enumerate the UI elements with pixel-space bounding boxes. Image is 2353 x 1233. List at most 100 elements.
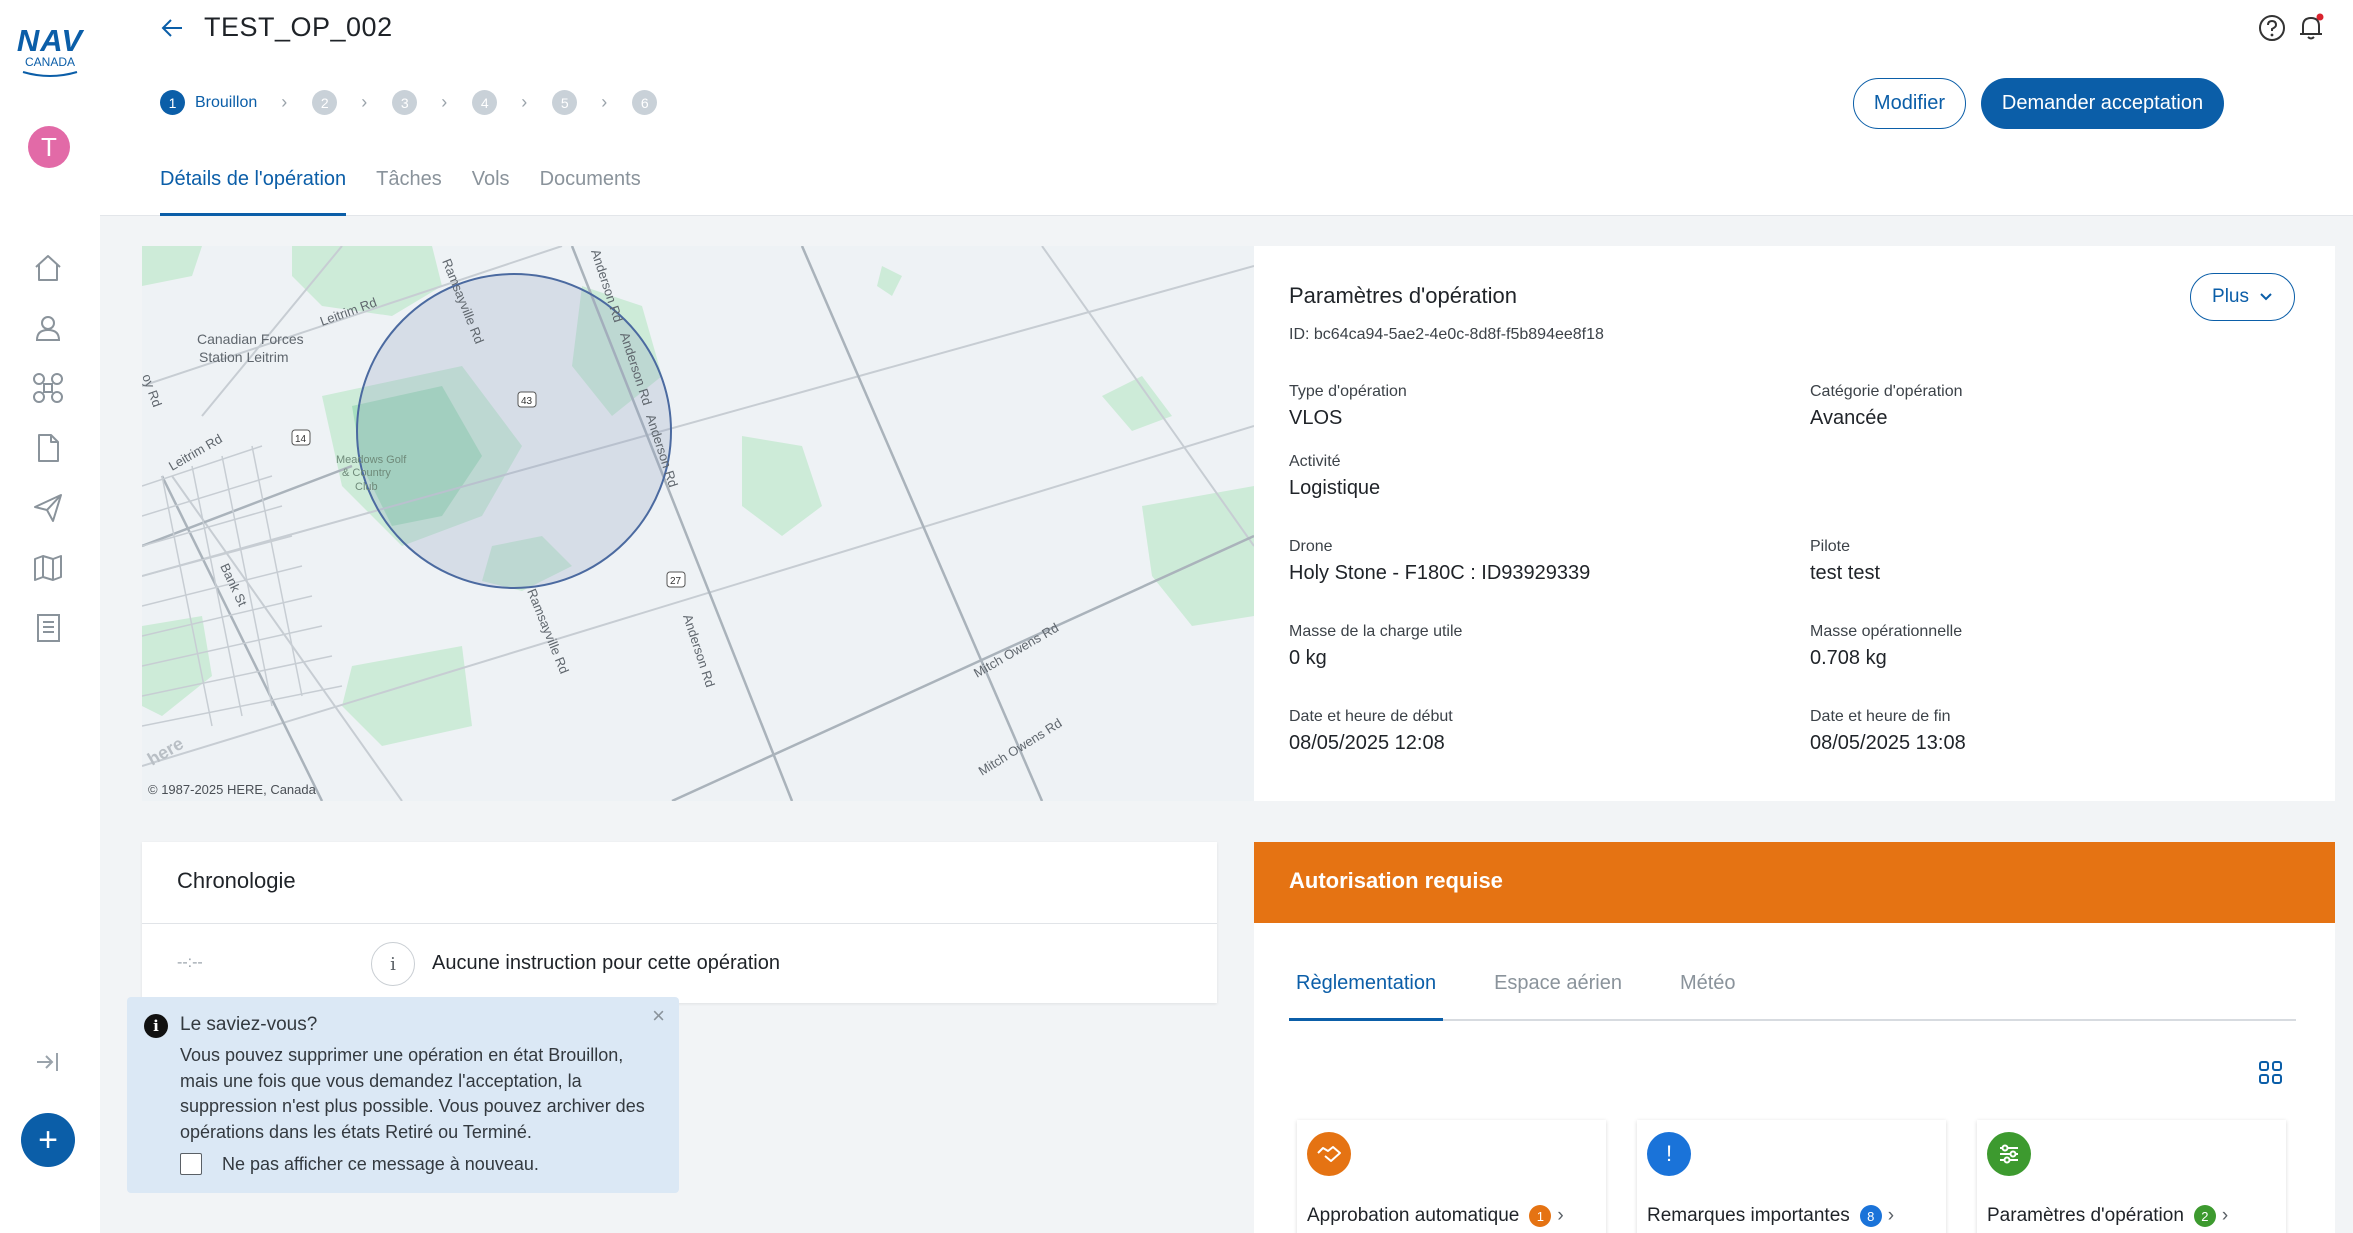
collapse-icon[interactable] (30, 1044, 66, 1080)
dont-show-again-checkbox[interactable]: Ne pas afficher ce message à nouveau. (180, 1153, 539, 1175)
info-filled-icon: i (144, 1014, 168, 1038)
auto-approval-label: Approbation automatique 1 › (1307, 1205, 1564, 1227)
tab-tasks[interactable]: Tâches (376, 160, 442, 216)
tip-title: Le saviez-vous? (180, 1014, 318, 1035)
chronology-time: --:-- (177, 954, 203, 971)
send-icon[interactable] (30, 490, 66, 526)
auto-approval-card[interactable]: Approbation automatique 1 › (1297, 1120, 1606, 1233)
tab-weather[interactable]: Météo (1673, 972, 1743, 1019)
step-2[interactable]: 2 (312, 90, 338, 115)
tab-airspace[interactable]: Espace aérien (1487, 972, 1629, 1019)
request-acceptance-button[interactable]: Demander acceptation (1981, 78, 2224, 129)
map-copyright: © 1987-2025 HERE, Canada (148, 782, 316, 797)
step-6-dot: 6 (632, 90, 658, 115)
map-label-golf3: Club (355, 481, 378, 493)
chevron-right-icon: › (1887, 1205, 1895, 1227)
tab-documents[interactable]: Documents (540, 160, 641, 216)
card-label-text: Remarques importantes (1647, 1205, 1850, 1227)
sliders-icon (1987, 1132, 2031, 1176)
tab-bar: Détails de l'opération Tâches Vols Docum… (160, 160, 671, 216)
step-5[interactable]: 5 (552, 90, 578, 115)
step-4[interactable]: 4 (472, 90, 498, 115)
exclamation-icon: ! (1647, 1132, 1691, 1176)
chevron-down-icon (2260, 293, 2272, 301)
map-label-golf1: Meadows Golf (336, 454, 407, 466)
checkbox-label[interactable]: Ne pas afficher ce message à nouveau. (222, 1154, 539, 1175)
field-label: Date et heure de début (1289, 708, 1453, 725)
more-dropdown-button[interactable]: Plus (2190, 273, 2295, 321)
step-1[interactable]: 1 Brouillon (160, 90, 257, 115)
authorization-card: Autorisation requise Règlementation Espa… (1254, 842, 2335, 1233)
card-label-text: Paramètres d'opération (1987, 1205, 2184, 1227)
field-value: Logistique (1289, 477, 1381, 499)
tab-regulation[interactable]: Règlementation (1289, 972, 1444, 1021)
field-pilot: Pilote test test (1810, 538, 1880, 585)
chevron-right-icon: › (601, 92, 608, 112)
nav-canada-logo[interactable]: NAV CANADA (16, 23, 84, 78)
notification-bell-icon[interactable] (2296, 12, 2326, 47)
operation-parameters-mini-card[interactable]: Paramètres d'opération 2 › (1977, 1120, 2286, 1233)
step-1-dot: 1 (160, 90, 185, 115)
field-value: Avancée (1810, 407, 1888, 429)
field-label: Masse de la charge utile (1289, 623, 1463, 640)
modify-button[interactable]: Modifier (1853, 78, 1966, 129)
close-icon[interactable]: × (652, 1003, 665, 1029)
field-label: Activité (1289, 453, 1341, 470)
count-badge: 1 (1529, 1205, 1552, 1227)
step-5-dot: 5 (552, 90, 578, 115)
avatar[interactable]: T (28, 126, 70, 168)
field-end-datetime: Date et heure de fin 08/05/2025 13:08 (1810, 708, 1966, 755)
field-value: 08/05/2025 13:08 (1810, 732, 1966, 754)
count-badge: 2 (2193, 1205, 2216, 1227)
did-you-know-banner: × i Le saviez-vous? Vous pouvez supprime… (127, 997, 679, 1193)
field-value: 08/05/2025 12:08 (1289, 732, 1445, 754)
field-operational-mass: Masse opérationnelle 0.708 kg (1810, 623, 1962, 670)
page-header: TEST_OP_002 1 Brouillon › 2 › 3 › 4 › 5 … (100, 0, 2353, 216)
tab-flights[interactable]: Vols (472, 160, 510, 216)
card-label-text: Approbation automatique (1307, 1205, 1520, 1227)
chevron-right-icon: › (281, 92, 288, 112)
chevron-right-icon: › (361, 92, 368, 112)
important-remarks-card[interactable]: ! Remarques importantes 8 › (1637, 1120, 1946, 1233)
logbook-icon[interactable] (30, 610, 66, 646)
field-value: test test (1810, 562, 1881, 584)
field-payload-mass: Masse de la charge utile 0 kg (1289, 623, 1462, 670)
step-3[interactable]: 3 (392, 90, 418, 115)
tip-body: Vous pouvez supprimer une opération en é… (180, 1045, 645, 1142)
field-label: Catégorie d'opération (1810, 383, 1963, 400)
field-label: Type d'opération (1289, 383, 1407, 400)
drone-icon[interactable] (30, 370, 66, 406)
help-icon[interactable] (2257, 13, 2287, 48)
logo-text-nav: NAV (16, 23, 84, 58)
important-remarks-label: Remarques importantes 8 › (1647, 1205, 1894, 1227)
field-operation-category: Catégorie d'opération Avancée (1810, 383, 1963, 430)
back-arrow-icon[interactable] (160, 15, 186, 46)
step-4-dot: 4 (472, 90, 498, 115)
map-label-cfs2: Station Leitrim (199, 349, 288, 365)
grid-view-icon[interactable] (2258, 1060, 2284, 1091)
checkbox-box[interactable] (180, 1153, 202, 1175)
field-value: Holy Stone - F180C : ID93929339 (1289, 562, 1591, 584)
operation-map[interactable]: Canadian Forces Station Leitrim Leitrim … (142, 246, 1254, 801)
field-label: Date et heure de fin (1810, 708, 1951, 725)
step-6[interactable]: 6 (632, 90, 658, 115)
operation-parameters-card: Paramètres d'opération ID: bc64ca94-5ae2… (1254, 246, 2335, 801)
tab-details[interactable]: Détails de l'opération (160, 160, 347, 216)
highway-27-shield: 27 (670, 576, 682, 587)
chevron-right-icon: › (441, 92, 448, 112)
chevron-right-icon: › (521, 92, 528, 112)
step-1-label: Brouillon (195, 93, 258, 111)
highway-43-shield: 43 (521, 396, 533, 407)
sidebar: NAV CANADA T + (0, 0, 100, 1233)
add-operation-button[interactable]: + (21, 1113, 75, 1167)
home-icon[interactable] (30, 250, 66, 286)
user-icon[interactable] (30, 310, 66, 346)
map-icon[interactable] (30, 550, 66, 586)
document-icon[interactable] (30, 430, 66, 466)
params-title: Paramètres d'opération (1289, 283, 1517, 308)
field-value: 0 kg (1289, 647, 1327, 669)
handshake-icon (1307, 1132, 1351, 1176)
chronology-title: Chronologie (177, 868, 296, 893)
operation-stepper: 1 Brouillon › 2 › 3 › 4 › 5 › 6 (160, 90, 658, 115)
more-label: Plus (2212, 286, 2249, 307)
